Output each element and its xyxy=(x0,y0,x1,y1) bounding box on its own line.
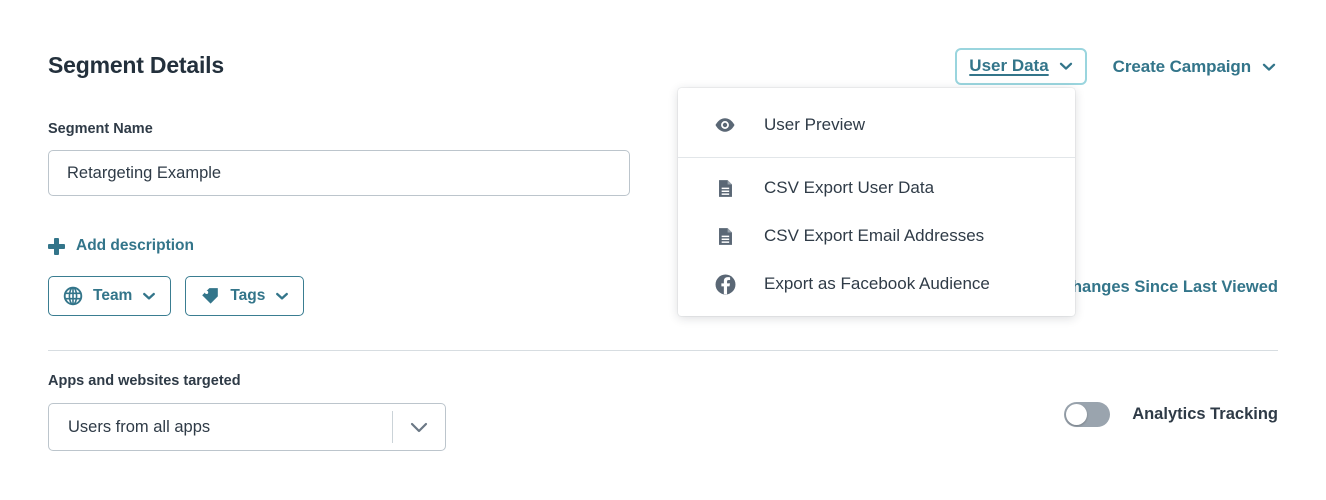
page-title: Segment Details xyxy=(48,52,224,78)
chevron-down-icon xyxy=(142,289,156,303)
dropdown-group-export: CSV Export User Data CSV Export Email Ad… xyxy=(678,164,1075,308)
eye-icon xyxy=(713,113,737,137)
facebook-icon xyxy=(713,272,737,296)
user-data-label: User Data xyxy=(969,56,1049,75)
header-actions: User Data Create Campaign xyxy=(955,48,1278,85)
apps-targeted-value: Users from all apps xyxy=(68,417,211,436)
chevron-down-icon xyxy=(1059,59,1073,73)
create-campaign-label: Create Campaign xyxy=(1112,56,1251,76)
dropdown-separator xyxy=(678,157,1075,158)
user-data-dropdown-menu: User Preview CSV Export User Data CSV Ex… xyxy=(678,88,1075,316)
user-data-dropdown-button[interactable]: User Data xyxy=(955,48,1087,85)
menu-item-csv-export-email-addresses[interactable]: CSV Export Email Addresses xyxy=(678,212,1075,260)
menu-item-export-facebook-audience[interactable]: Export as Facebook Audience xyxy=(678,260,1075,308)
document-icon xyxy=(713,224,737,248)
analytics-tracking-toggle[interactable] xyxy=(1064,402,1111,427)
chevron-down-icon xyxy=(1262,60,1276,74)
tags-label: Tags xyxy=(230,287,266,304)
section-divider xyxy=(48,350,1278,351)
menu-item-label: CSV Export Email Addresses xyxy=(764,226,985,245)
apps-targeted-label: Apps and websites targeted xyxy=(48,373,241,389)
chevron-down-icon xyxy=(393,416,445,438)
segment-name-input[interactable] xyxy=(48,150,630,196)
segment-name-label: Segment Name xyxy=(48,121,153,137)
analytics-tracking-label: Analytics Tracking xyxy=(1132,405,1278,423)
plus-icon xyxy=(48,237,65,255)
menu-item-label: Export as Facebook Audience xyxy=(764,274,990,293)
dropdown-group-preview: User Preview xyxy=(678,88,1075,149)
add-description-button[interactable]: Add description xyxy=(48,237,194,255)
menu-item-csv-export-user-data[interactable]: CSV Export User Data xyxy=(678,164,1075,212)
add-description-label: Add description xyxy=(76,237,194,254)
create-campaign-dropdown-button[interactable]: Create Campaign xyxy=(1111,51,1278,83)
menu-item-user-preview[interactable]: User Preview xyxy=(678,101,1075,149)
pill-row: Team Tags xyxy=(48,276,305,316)
tags-dropdown-button[interactable]: Tags xyxy=(185,276,305,316)
team-label: Team xyxy=(93,287,133,304)
toggle-knob xyxy=(1066,404,1088,425)
menu-item-label: User Preview xyxy=(764,115,866,134)
team-dropdown-button[interactable]: Team xyxy=(48,276,172,316)
menu-item-label: CSV Export User Data xyxy=(764,178,935,197)
tag-icon xyxy=(200,286,220,306)
document-icon xyxy=(713,176,737,200)
segment-details-page: Segment Details User Data Create Campaig… xyxy=(0,0,1326,500)
changes-since-last-viewed-link[interactable]: Changes Since Last Viewed xyxy=(1060,278,1278,297)
chevron-down-icon xyxy=(275,289,289,303)
analytics-tracking-row: Analytics Tracking xyxy=(1064,402,1278,427)
globe-icon xyxy=(63,286,83,306)
apps-targeted-select[interactable]: Users from all apps xyxy=(48,403,446,451)
